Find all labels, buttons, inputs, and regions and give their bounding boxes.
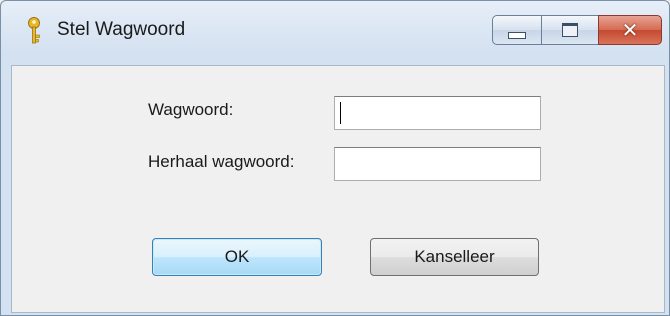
key-icon [28,17,40,44]
dialog-window: Stel Wagwoord ✕ Wagwoord: Herhaal wagwoo… [0,0,670,316]
password-label: Wagwoord: [148,100,234,119]
window-title: Stel Wagwoord [57,19,186,40]
close-icon: ✕ [621,18,639,42]
maximize-button[interactable] [541,15,599,45]
minimize-button[interactable] [492,15,542,45]
minimize-icon [508,31,526,39]
maximize-icon [562,23,578,37]
cancel-button[interactable]: Kanselleer [370,238,539,276]
password-field[interactable] [334,96,541,130]
repeat-password-label: Herhaal wagwoord: [148,152,295,171]
close-button[interactable]: ✕ [598,15,662,45]
text-caret [340,102,341,124]
dialog-client-area: Wagwoord: Herhaal wagwoord: OK Kansellee… [11,65,665,313]
title-bar[interactable]: Stel Wagwoord ✕ [1,1,669,65]
repeat-password-field[interactable] [334,147,541,181]
ok-button[interactable]: OK [152,238,322,276]
